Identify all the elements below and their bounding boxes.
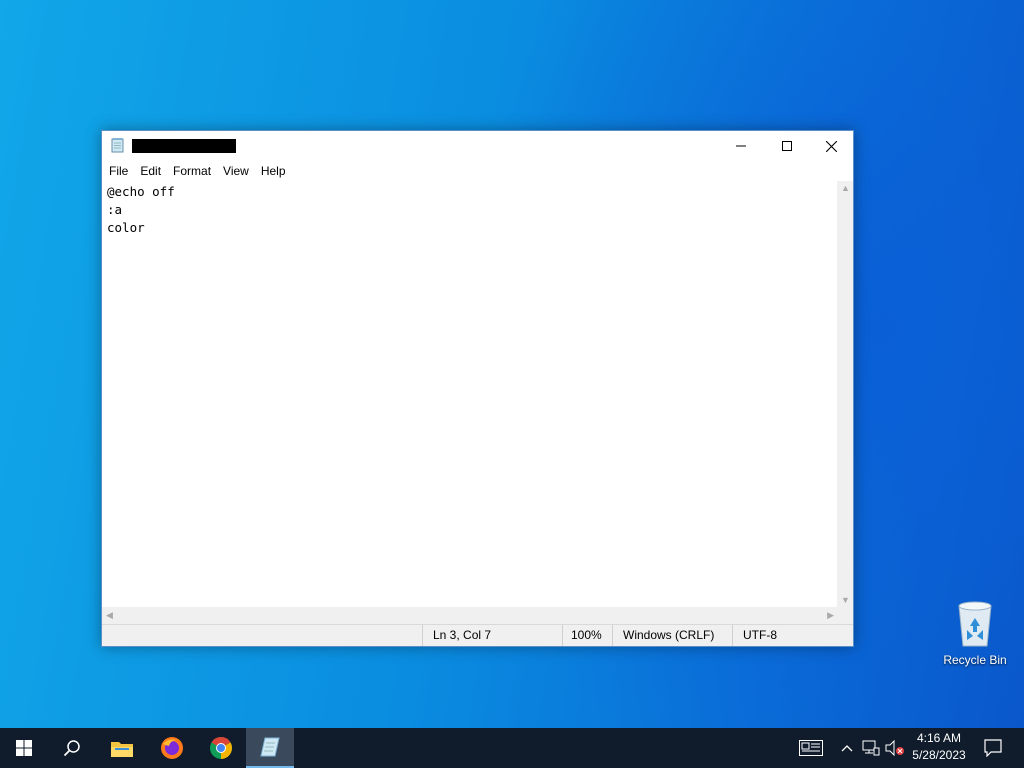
notepad-icon [111, 138, 124, 153]
chrome-icon [210, 737, 232, 759]
recycle-bin[interactable]: Recycle Bin [938, 600, 1012, 667]
menu-format[interactable]: Format [167, 161, 217, 181]
status-encoding: UTF-8 [732, 625, 853, 646]
menu-bar: File Edit Format View Help [102, 161, 853, 181]
maximize-button[interactable] [764, 131, 810, 161]
system-clock[interactable]: 4:16 AM 5/28/2023 [906, 730, 972, 764]
search-button[interactable] [48, 728, 96, 768]
minimize-icon [736, 145, 746, 147]
editor-line: :a [107, 202, 123, 217]
vertical-scrollbar[interactable]: ▲ ▼ [837, 181, 853, 607]
taskbar-file-explorer[interactable] [98, 728, 146, 768]
window-title [132, 139, 236, 153]
editor-line: color [107, 220, 145, 235]
file-explorer-icon [111, 742, 133, 757]
editor-line: @echo off [107, 184, 175, 199]
close-icon [825, 140, 837, 152]
firefox-icon [161, 737, 183, 759]
notepad-window: File Edit Format View Help @echo off :a co… [101, 130, 854, 647]
scroll-up-icon[interactable]: ▲ [841, 183, 850, 193]
minimize-button[interactable] [718, 131, 764, 161]
taskbar: 4:16 AM 5/28/2023 [0, 728, 1024, 768]
close-button[interactable] [808, 131, 854, 161]
news-icon [799, 740, 823, 756]
action-center-button[interactable] [978, 728, 1008, 768]
horizontal-scrollbar[interactable]: ◀ ▶ [102, 607, 838, 624]
chevron-up-icon [841, 745, 853, 752]
scroll-left-icon[interactable]: ◀ [106, 610, 113, 621]
taskbar-chrome[interactable] [197, 728, 245, 768]
start-button[interactable] [0, 728, 48, 768]
notepad-icon [260, 737, 280, 757]
taskbar-notepad[interactable] [246, 728, 294, 768]
clock-time: 4:16 AM [916, 731, 962, 745]
status-zoom: 100% [562, 625, 612, 646]
tray-overflow-button[interactable] [838, 728, 856, 768]
scroll-down-icon[interactable]: ▼ [841, 595, 850, 605]
maximize-icon [782, 141, 792, 151]
search-icon [63, 740, 80, 757]
menu-help[interactable]: Help [255, 161, 292, 181]
network-button[interactable] [860, 728, 882, 768]
volume-muted-icon [885, 740, 904, 756]
menu-view[interactable]: View [217, 161, 255, 181]
menu-edit[interactable]: Edit [134, 161, 167, 181]
news-button[interactable] [795, 728, 827, 768]
clock-date: 5/28/2023 [912, 748, 966, 762]
recycle-bin-icon [958, 601, 992, 647]
status-line-ending: Windows (CRLF) [612, 625, 732, 646]
status-position: Ln 3, Col 7 [422, 625, 562, 646]
taskbar-firefox[interactable] [148, 728, 196, 768]
volume-button[interactable] [884, 728, 906, 768]
status-bar: Ln 3, Col 7 100% Windows (CRLF) UTF-8 [102, 624, 853, 646]
start-icon [16, 740, 32, 756]
notification-icon [984, 739, 1002, 757]
scroll-right-icon[interactable]: ▶ [827, 610, 834, 621]
network-icon [862, 740, 880, 756]
scrollbar-corner [837, 607, 853, 624]
title-bar[interactable] [102, 131, 853, 161]
text-editor[interactable]: @echo off :a color [102, 181, 838, 607]
menu-file[interactable]: File [102, 161, 134, 181]
recycle-bin-label: Recycle Bin [943, 653, 1007, 667]
